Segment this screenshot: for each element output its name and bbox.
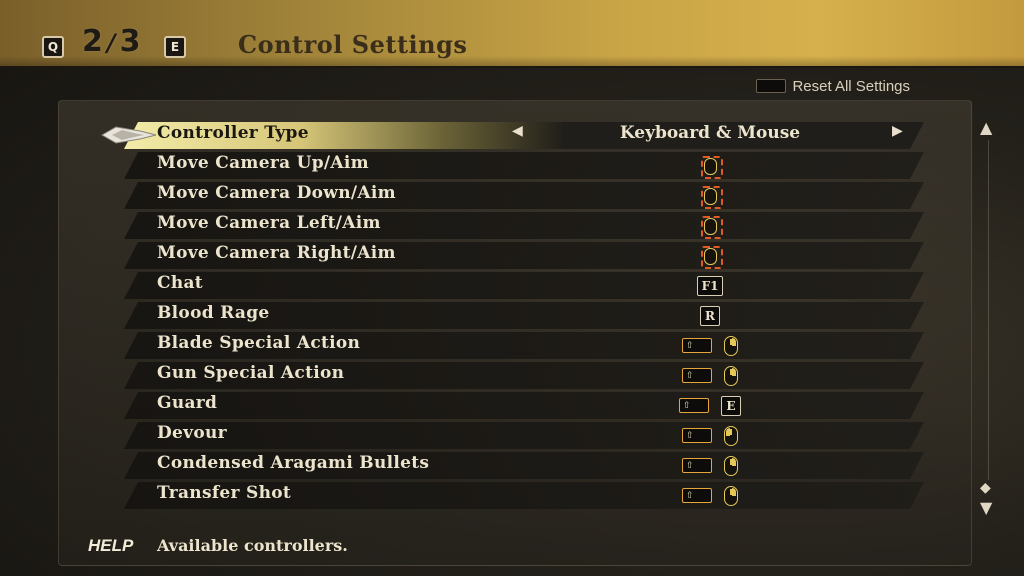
shift-key-icon: ⇧ (682, 428, 712, 443)
binding-value[interactable] (620, 182, 800, 209)
binding-value[interactable] (620, 152, 800, 179)
page-indicator: 2/3 (82, 24, 141, 59)
controller-type-label[interactable]: Controller Type (157, 123, 309, 150)
page-separator: / (106, 29, 116, 57)
binding-label: Transfer Shot (157, 483, 292, 503)
shift-key-icon: ⇧ (682, 488, 712, 503)
help-text: Available controllers. (157, 536, 348, 555)
reset-all-label: Reset All Settings (792, 77, 910, 95)
space-key-icon (756, 79, 787, 93)
binding-label: Chat (157, 273, 203, 293)
page-title: Control Settings (238, 30, 468, 59)
binding-row[interactable] (124, 422, 924, 449)
mouse-move-icon (700, 185, 723, 209)
binding-value[interactable]: R (620, 302, 800, 329)
key-icon: R (700, 305, 720, 326)
scrollbar-track[interactable] (988, 140, 989, 480)
binding-label: Blade Special Action (157, 333, 361, 353)
mouse-left-button-icon (724, 425, 738, 446)
mouse-right-button-icon (724, 455, 738, 476)
controller-type-value[interactable]: Keyboard & Mouse (600, 123, 820, 150)
page-current: 2 (82, 24, 103, 59)
mouse-move-icon (700, 245, 723, 269)
binding-value[interactable]: ⇧ (620, 482, 800, 509)
controller-type-next-arrow-icon[interactable]: ▶ (892, 123, 903, 150)
header-bar (0, 0, 1024, 68)
page-total: 3 (119, 24, 141, 59)
mouse-right-button-icon (724, 485, 738, 506)
scrollbar-thumb-icon[interactable]: ◆ (980, 480, 991, 496)
binding-value[interactable]: ⇧ (620, 332, 800, 359)
binding-label: Move Camera Up/Aim (157, 153, 369, 173)
mouse-right-button-icon (724, 335, 738, 356)
scroll-down-arrow-icon[interactable]: ▼ (980, 498, 992, 517)
reset-all-button[interactable]: Reset All Settings (756, 76, 910, 96)
binding-label: Move Camera Right/Aim (157, 243, 396, 263)
mouse-move-icon (700, 215, 723, 239)
binding-label: Gun Special Action (157, 363, 345, 383)
shift-key-icon: ⇧ (682, 458, 712, 473)
binding-value[interactable]: ⇧ (620, 422, 800, 449)
binding-value[interactable]: F1 (620, 272, 800, 299)
binding-value[interactable]: ⇧ (620, 362, 800, 389)
key-icon: F1 (696, 275, 724, 296)
scroll-up-arrow-icon[interactable]: ▲ (980, 118, 992, 137)
binding-row[interactable] (124, 272, 924, 299)
help-tag: HELP (88, 536, 134, 555)
binding-value[interactable] (620, 212, 800, 239)
binding-label: Guard (157, 393, 218, 413)
selection-cursor-icon (100, 126, 157, 144)
binding-label: Blood Rage (157, 303, 270, 323)
binding-label: Devour (157, 423, 227, 443)
shift-key-icon: ⇧ (679, 398, 709, 413)
mouse-right-button-icon (724, 365, 738, 386)
binding-label: Move Camera Down/Aim (157, 183, 396, 203)
binding-value[interactable]: ⇧ (620, 452, 800, 479)
shift-key-icon: ⇧ (682, 368, 712, 383)
binding-label: Condensed Aragami Bullets (157, 453, 430, 473)
mouse-move-icon (700, 155, 723, 179)
controller-type-prev-arrow-icon[interactable]: ◀ (512, 123, 523, 150)
prev-page-key[interactable]: Q (42, 36, 64, 58)
binding-row[interactable] (124, 392, 924, 419)
binding-value[interactable] (620, 242, 800, 269)
key-icon: E (721, 395, 741, 416)
binding-value[interactable]: ⇧ E (620, 392, 800, 419)
shift-key-icon: ⇧ (682, 338, 712, 353)
next-page-key[interactable]: E (164, 36, 186, 58)
binding-label: Move Camera Left/Aim (157, 213, 381, 233)
